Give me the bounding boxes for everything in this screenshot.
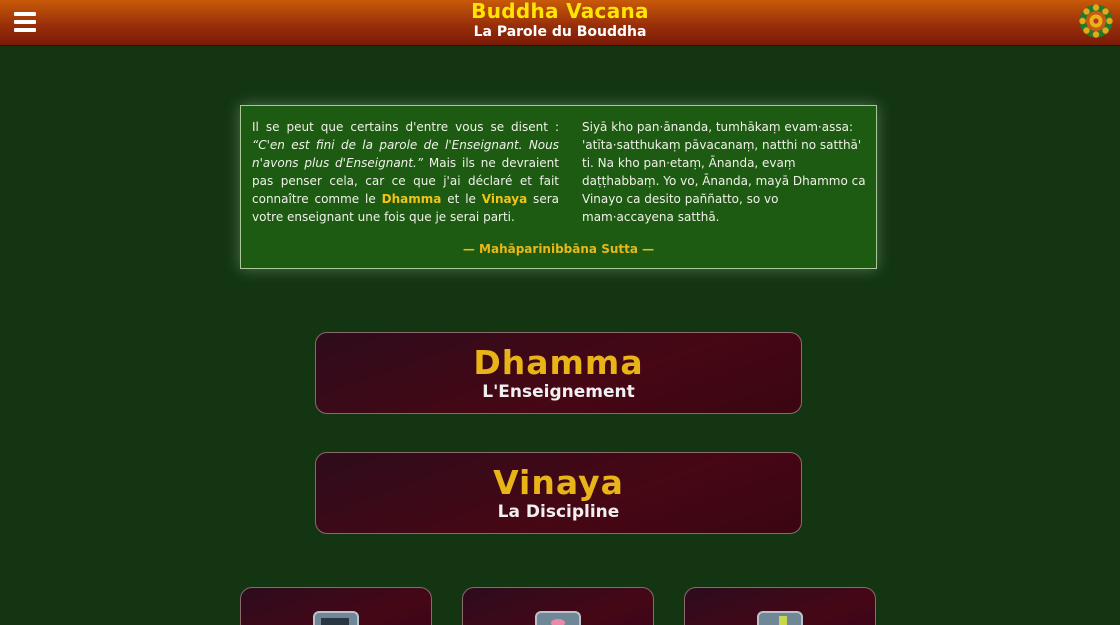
app-subtitle: La Parole du Bouddha (473, 24, 647, 40)
tile-lotus[interactable] (462, 587, 654, 625)
dhamma-button-label: Dhamma (473, 343, 644, 382)
tile-candle[interactable] (684, 587, 876, 625)
quote-pali: Siyā kho pan·ānanda, tumhākaṃ evam·assa:… (582, 120, 866, 224)
quote-french: Il se peut que certains d'entre vous se … (252, 118, 559, 226)
book-icon (313, 611, 359, 625)
lotus-icon (535, 611, 581, 625)
vinaya-button-sublabel: La Discipline (497, 502, 620, 522)
candle-icon (757, 611, 803, 625)
dhamma-button[interactable]: Dhamma L'Enseignement (315, 332, 802, 414)
vinaya-button[interactable]: Vinaya La Discipline (315, 452, 802, 534)
quote-french-and: et le (441, 192, 482, 206)
app-title: Buddha Vacana (471, 0, 649, 23)
dhamma-wheel-icon[interactable] (1078, 3, 1114, 39)
app-title-block: Buddha Vacana La Parole du Bouddha (0, 0, 1120, 41)
vinaya-button-label: Vinaya (493, 463, 624, 502)
quote-source: — Mahāparinibbāna Sutta — (462, 242, 655, 256)
dhamma-button-sublabel: L'Enseignement (482, 382, 635, 402)
quote-highlight-vinaya: Vinaya (481, 192, 528, 206)
top-app-bar: Buddha Vacana La Parole du Bouddha (0, 0, 1120, 46)
quote-box: Il se peut que certains d'entre vous se … (240, 105, 877, 269)
tile-book[interactable] (240, 587, 432, 625)
quote-french-intro: Il se peut que certains d'entre vous se … (252, 120, 559, 134)
quote-highlight-dhamma: Dhamma (381, 192, 442, 206)
